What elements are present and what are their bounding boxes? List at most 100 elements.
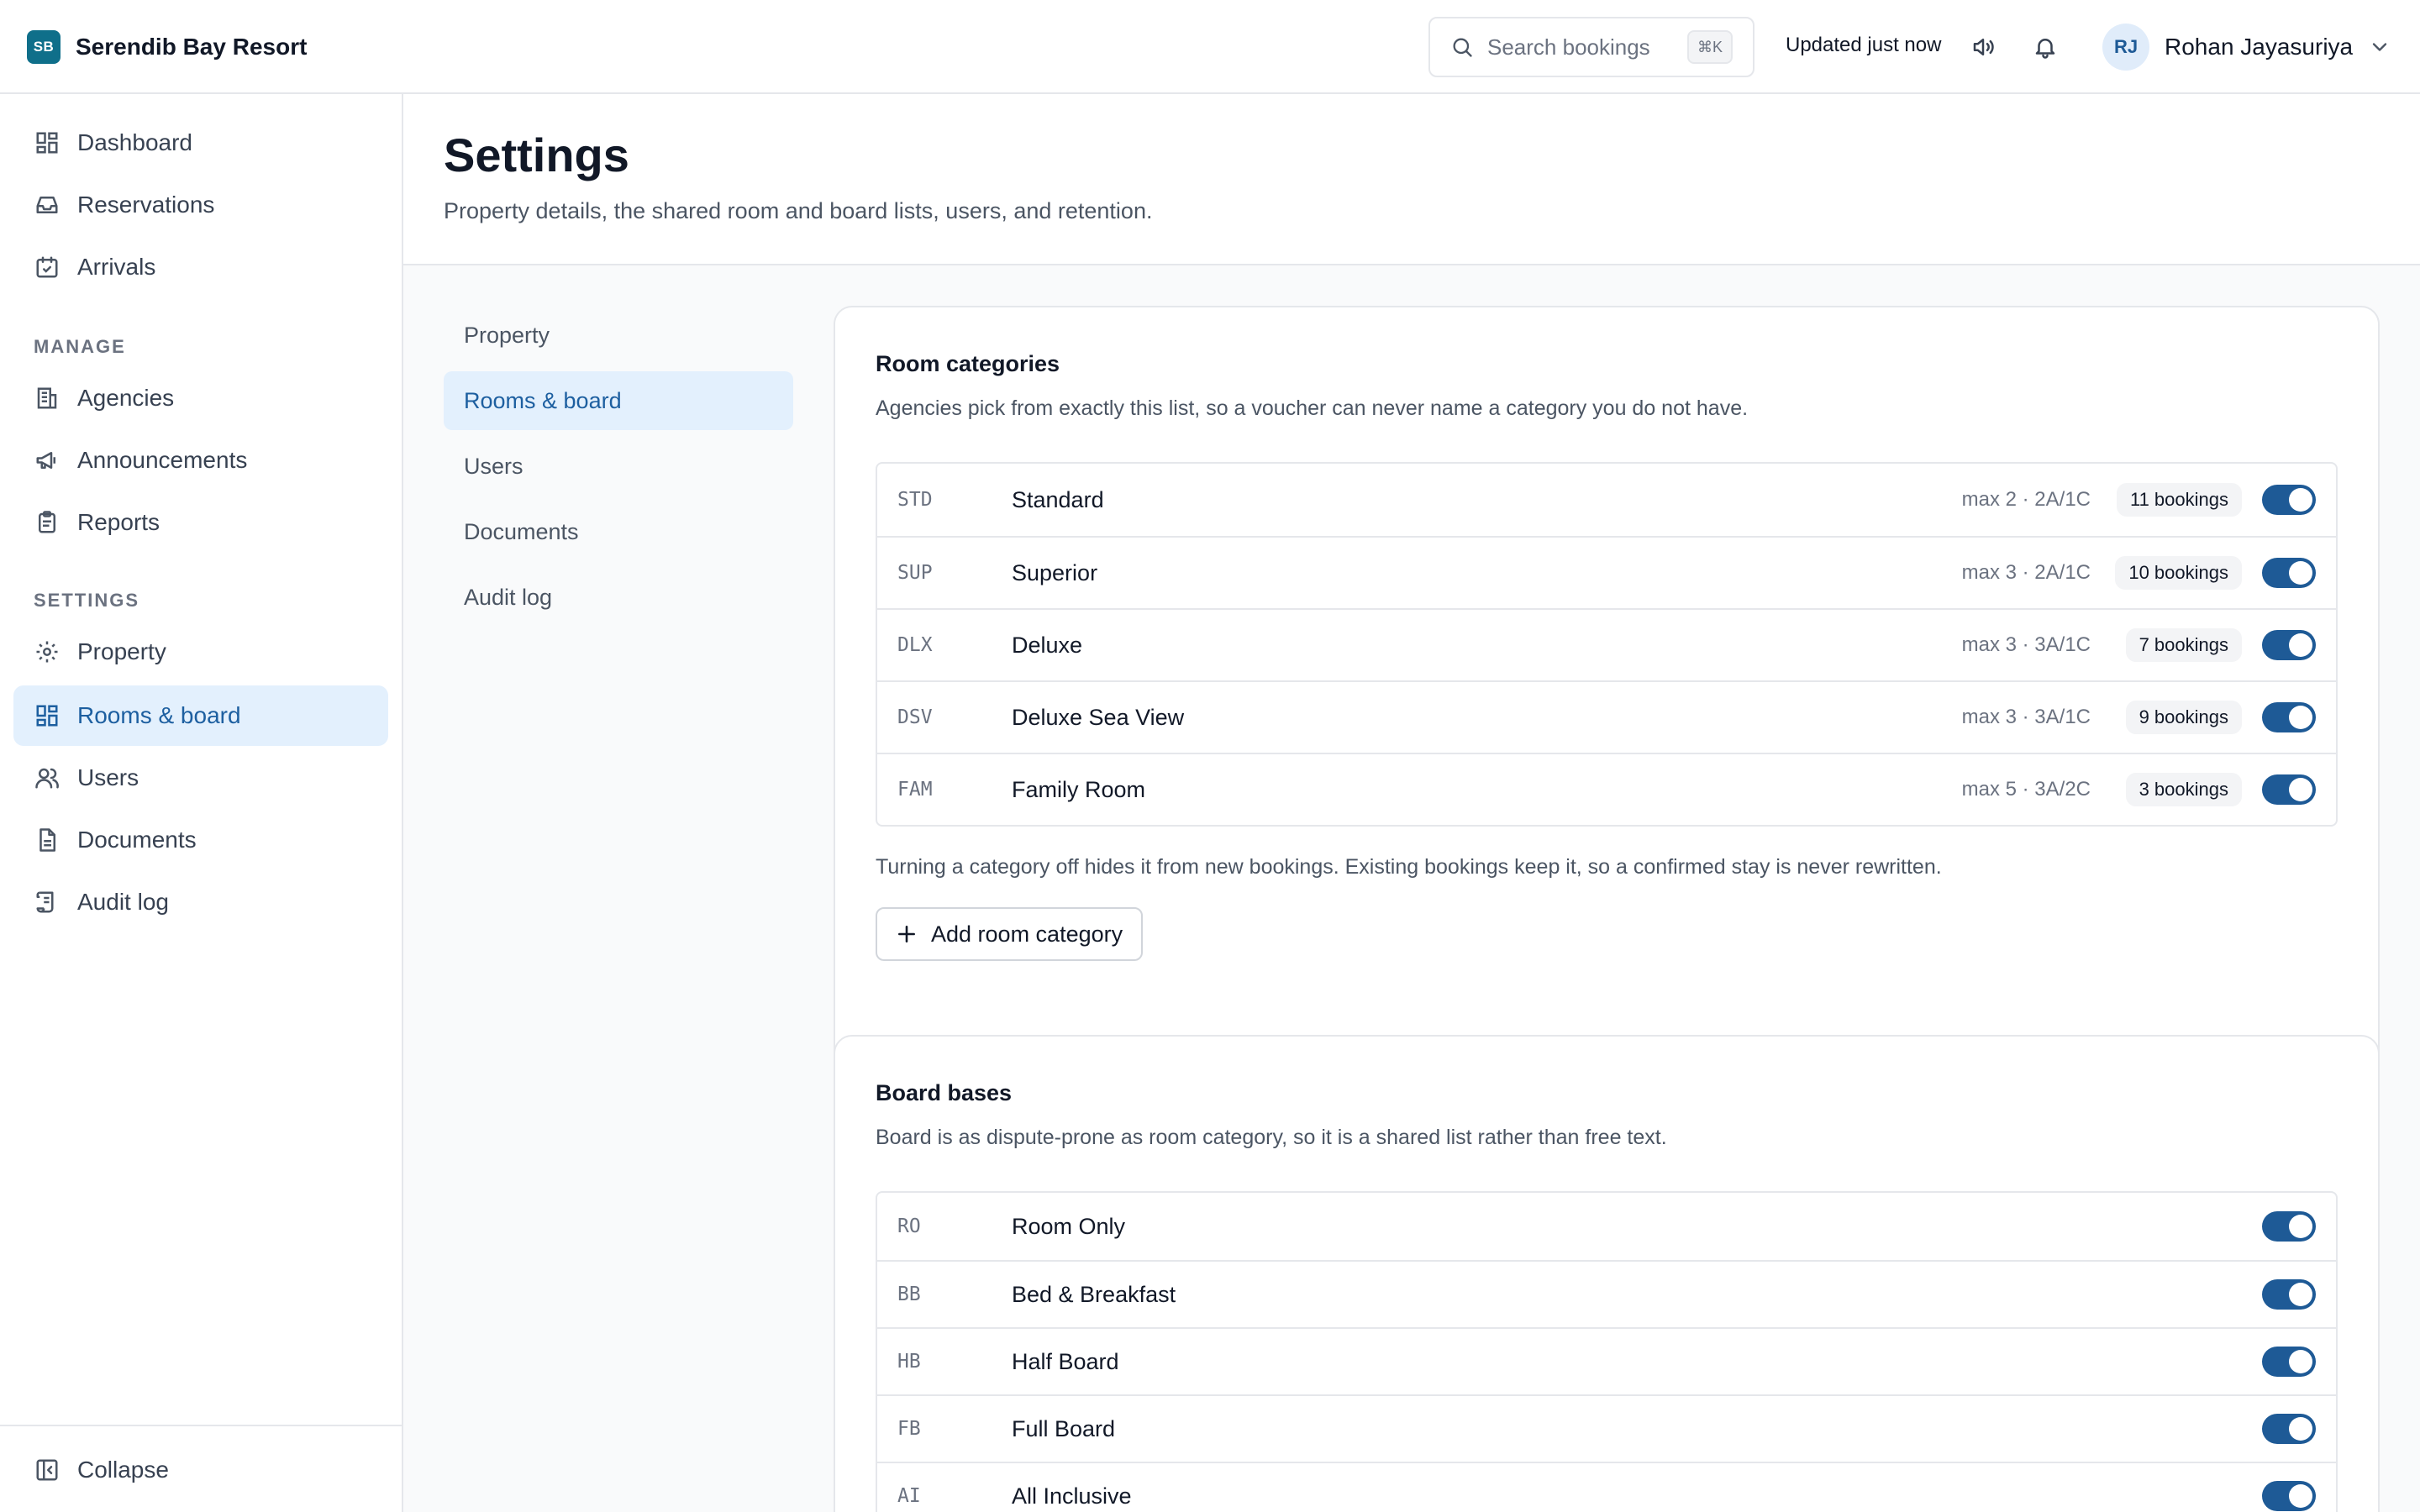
- room-name: Deluxe: [1012, 632, 1083, 658]
- plus-icon: [898, 926, 915, 942]
- collapse-label: Collapse: [77, 1457, 169, 1483]
- board-enabled-toggle[interactable]: [2262, 1481, 2316, 1511]
- room-enabled-toggle[interactable]: [2262, 630, 2316, 660]
- sidebar-item-label: Announcements: [77, 447, 248, 473]
- users-icon: [34, 764, 60, 791]
- subnav-documents[interactable]: Documents: [444, 502, 793, 561]
- subnav-rooms-board[interactable]: Rooms & board: [444, 371, 793, 430]
- sidebar-item-reservations[interactable]: Reservations: [13, 175, 388, 235]
- sidebar-item-audit-log[interactable]: Audit log: [13, 872, 388, 932]
- board-name: All Inclusive: [1012, 1483, 1132, 1509]
- room-capacity: max 3 · 3A/1C: [1961, 633, 2091, 656]
- sidebar-item-announcements[interactable]: Announcements: [13, 430, 388, 491]
- sidebar-item-documents[interactable]: Documents: [13, 810, 388, 870]
- sidebar-item-label: Property: [77, 638, 166, 664]
- board-bases-card: Board bases Board is as dispute-prone as…: [834, 1035, 2380, 1512]
- board-code: BB: [897, 1284, 921, 1305]
- room-enabled-toggle[interactable]: [2262, 774, 2316, 805]
- room-category-row: FAM Family Room max 5 · 3A/2C 3 bookings: [877, 753, 2336, 825]
- board-basis-row: FB Full Board: [877, 1394, 2336, 1462]
- user-menu[interactable]: RJ Rohan Jayasuriya: [2102, 24, 2391, 71]
- top-bar: SB Serendib Bay Resort Search bookings ⌘…: [0, 0, 2420, 94]
- board-code: HB: [897, 1351, 921, 1373]
- room-enabled-toggle[interactable]: [2262, 485, 2316, 515]
- sidebar-item-label: Arrivals: [77, 254, 156, 280]
- room-categories-card: Room categories Agencies pick from exact…: [834, 306, 2380, 1095]
- sidebar-item-arrivals[interactable]: Arrivals: [13, 237, 388, 297]
- collapse-button[interactable]: Collapse: [13, 1440, 388, 1500]
- board-code: AI: [897, 1485, 921, 1507]
- sidebar-item-rooms-board[interactable]: Rooms & board: [13, 685, 388, 746]
- sound-button[interactable]: [1966, 30, 2000, 64]
- board-basis-row: HB Half Board: [877, 1327, 2336, 1394]
- board-enabled-toggle[interactable]: [2262, 1414, 2316, 1444]
- sidebar-item-property[interactable]: Property: [13, 622, 388, 682]
- room-code: SUP: [897, 562, 933, 584]
- room-category-row: DLX Deluxe max 3 · 3A/1C 7 bookings: [877, 608, 2336, 680]
- sidebar-item-label: Dashboard: [77, 129, 192, 155]
- room-category-note: Turning a category off hides it from new…: [876, 855, 1942, 879]
- sidebar-item-users[interactable]: Users: [13, 748, 388, 808]
- search-shortcut: ⌘K: [1687, 30, 1733, 64]
- card-description: Agencies pick from exactly this list, so…: [876, 396, 1749, 420]
- chevron-down-icon: [2372, 43, 2387, 51]
- add-room-category-label: Add room category: [931, 921, 1123, 947]
- board-basis-row: RO Room Only: [877, 1193, 2336, 1260]
- booking-count-badge: 9 bookings: [2125, 701, 2242, 734]
- room-name: Family Room: [1012, 776, 1146, 802]
- document-icon: [34, 827, 60, 853]
- sidebar-item-label: Reservations: [77, 192, 215, 218]
- page-subtitle: Property details, the shared room and bo…: [444, 198, 1153, 223]
- sidebar-item-label: Reports: [77, 509, 160, 535]
- board-name: Half Board: [1012, 1348, 1119, 1374]
- search-icon: [1453, 38, 1472, 57]
- board-name: Full Board: [1012, 1415, 1116, 1441]
- room-category-row: STD Standard max 2 · 2A/1C 11 bookings: [877, 464, 2336, 536]
- calendar-check-icon: [34, 254, 60, 281]
- board-basis-row: BB Bed & Breakfast: [877, 1260, 2336, 1327]
- sidebar-item-label: Audit log: [77, 889, 169, 915]
- clipboard-icon: [34, 509, 60, 536]
- building-icon: [34, 385, 60, 412]
- room-enabled-toggle[interactable]: [2262, 558, 2316, 588]
- subnav-audit-log[interactable]: Audit log: [444, 568, 793, 627]
- search-input[interactable]: Search bookings: [1487, 34, 1687, 60]
- page-title: Settings: [444, 129, 629, 181]
- subnav-users[interactable]: Users: [444, 437, 793, 496]
- room-enabled-toggle[interactable]: [2262, 702, 2316, 732]
- room-category-list: STD Standard max 2 · 2A/1C 11 bookings S…: [876, 462, 2338, 827]
- sidebar-item-agencies[interactable]: Agencies: [13, 368, 388, 428]
- sync-status: Updated just now: [1786, 34, 1942, 56]
- sidebar-item-dashboard[interactable]: Dashboard: [13, 113, 388, 173]
- add-room-category-button[interactable]: Add room category: [876, 907, 1144, 961]
- room-capacity: max 5 · 3A/2C: [1961, 778, 2091, 801]
- sidebar-item-reports[interactable]: Reports: [13, 492, 388, 553]
- scroll-icon: [34, 889, 60, 916]
- page-header: Settings Property details, the shared ro…: [403, 94, 2420, 265]
- gear-icon: [34, 638, 60, 665]
- board-code: FB: [897, 1418, 921, 1440]
- subnav-property[interactable]: Property: [444, 306, 793, 365]
- board-enabled-toggle[interactable]: [2262, 1279, 2316, 1310]
- room-code: FAM: [897, 779, 933, 801]
- board-enabled-toggle[interactable]: [2262, 1347, 2316, 1377]
- sidebar: Dashboard Reservations Arrivals MANAGE A…: [0, 94, 403, 1512]
- booking-count-badge: 10 bookings: [2115, 556, 2242, 590]
- board-name: Bed & Breakfast: [1012, 1281, 1176, 1307]
- room-capacity: max 2 · 2A/1C: [1961, 488, 2091, 511]
- brand-logo: SB: [27, 30, 60, 64]
- room-name: Superior: [1012, 559, 1098, 585]
- notifications-button[interactable]: [2028, 30, 2062, 64]
- brand[interactable]: SB Serendib Bay Resort: [27, 30, 307, 64]
- room-code: DLX: [897, 634, 933, 656]
- bell-icon: [2035, 39, 2055, 59]
- search-box[interactable]: Search bookings ⌘K: [1428, 17, 1754, 77]
- grid-icon: [34, 702, 60, 729]
- card-title: Board bases: [876, 1080, 1013, 1105]
- room-name: Standard: [1012, 486, 1104, 512]
- sidebar-item-label: Documents: [77, 827, 197, 853]
- collapse-sidebar-icon: [34, 1457, 60, 1483]
- sidebar-item-label: Users: [77, 764, 139, 790]
- board-enabled-toggle[interactable]: [2262, 1211, 2316, 1242]
- inbox-icon: [34, 192, 60, 218]
